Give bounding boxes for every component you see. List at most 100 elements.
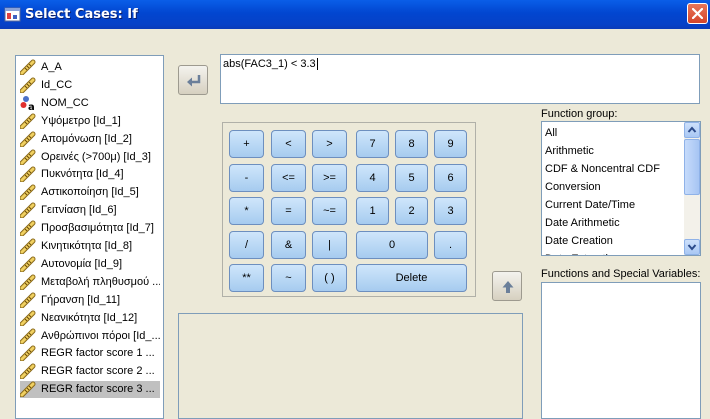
variable-list-item[interactable]: Απομόνωση [Id_2] — [20, 131, 160, 148]
ruler-icon — [20, 184, 36, 201]
key-delete[interactable]: Delete — [356, 264, 467, 292]
ruler-icon — [20, 149, 36, 165]
variable-list-item[interactable]: a NOM_CC — [20, 95, 160, 112]
key-decimal[interactable]: . — [434, 231, 467, 259]
variable-label: Γειτνίαση [Id_6] — [41, 204, 117, 217]
function-group-item[interactable]: Arithmetic — [545, 145, 594, 157]
key-and[interactable]: & — [271, 231, 306, 259]
enter-arrow-icon — [187, 75, 201, 87]
function-group-item[interactable]: Date Extraction — [545, 253, 620, 255]
variable-label: Προσβασιμότητα [Id_7] — [41, 222, 154, 235]
variable-label: Id_CC — [41, 78, 73, 91]
key-2[interactable]: 2 — [395, 197, 428, 225]
variable-list-item[interactable]: Προσβασιμότητα [Id_7] — [20, 220, 160, 237]
function-group-item[interactable]: Date Arithmetic — [545, 217, 620, 229]
function-group-list[interactable]: Date Extraction Date Creation Date Arithme… — [541, 121, 701, 256]
variable-list-item[interactable]: Ανθρώπινοι πόροι [Id_... — [20, 328, 160, 345]
key-5[interactable]: 5 — [395, 164, 428, 192]
variable-list-item[interactable]: A_A — [20, 59, 160, 76]
key-less-equal[interactable]: <= — [271, 164, 306, 192]
variable-list-item[interactable]: Γειτνίαση [Id_6] — [20, 202, 160, 219]
function-group-item[interactable]: CDF & Noncentral CDF — [545, 163, 660, 175]
ruler-icon — [20, 131, 36, 148]
ruler-icon — [20, 345, 36, 362]
ruler-icon — [20, 220, 36, 237]
functions-special-list[interactable] — [541, 282, 701, 419]
ruler-icon — [20, 381, 36, 398]
key-multiply[interactable]: * — [229, 197, 264, 225]
chevron-down-icon — [687, 244, 697, 251]
nominal-string-icon: a — [20, 95, 36, 112]
function-group-item[interactable]: Current Date/Time — [545, 199, 635, 211]
variable-list-item[interactable]: Αστικοποίηση [Id_5] — [20, 184, 160, 201]
variable-list-item[interactable]: REGR factor score 3 ... — [20, 381, 160, 399]
expression-input[interactable]: abs(FAC3_1) < 3.3 — [220, 54, 700, 104]
key-not-equal[interactable]: ~= — [312, 197, 347, 225]
key-minus[interactable]: - — [229, 164, 264, 192]
variable-label: Υψόμετρο [Id_1] — [41, 114, 121, 127]
variable-label: A_A — [41, 61, 62, 73]
variable-list-item[interactable]: Id_CC — [20, 77, 160, 94]
key-or[interactable]: | — [312, 231, 347, 259]
variable-list-item[interactable]: Νεανικότητα [Id_12] — [20, 310, 160, 327]
key-power[interactable]: ** — [229, 264, 264, 292]
variable-list-item[interactable]: REGR factor score 1 ... — [20, 345, 160, 362]
key-equals[interactable]: = — [271, 197, 306, 225]
ruler-icon — [20, 238, 36, 255]
key-plus[interactable]: + — [229, 130, 264, 158]
variable-label: Νεανικότητα [Id_12] — [41, 311, 138, 324]
key-greater-than[interactable]: > — [312, 130, 347, 158]
variable-label: REGR factor score 1 ... — [41, 347, 155, 360]
key-divide[interactable]: / — [229, 231, 264, 259]
variable-label: NOM_CC — [41, 96, 89, 109]
variable-list[interactable]: A_A Id_CCa NOM_CC Υψόμετρο [Id_1] Απομόνωση … — [15, 55, 164, 419]
key-7[interactable]: 7 — [356, 130, 389, 158]
scroll-down-button[interactable] — [684, 239, 700, 255]
key-8[interactable]: 8 — [395, 130, 428, 158]
ruler-icon — [20, 256, 36, 273]
variable-list-item[interactable]: REGR factor score 2 ... — [20, 363, 160, 380]
function-group-item[interactable]: Date Creation — [545, 235, 613, 247]
variable-list-item[interactable]: Πυκνότητα [Id_4] — [20, 166, 160, 183]
variable-list-item[interactable]: Υψόμετρο [Id_1] — [20, 113, 160, 130]
variable-list-item[interactable]: Αυτονομία [Id_9] — [20, 256, 160, 273]
function-group-item[interactable]: Conversion — [545, 181, 601, 193]
scroll-up-button[interactable] — [684, 122, 700, 138]
variable-label: Απομόνωση [Id_2] — [41, 132, 132, 145]
key-6[interactable]: 6 — [434, 164, 467, 192]
close-icon — [692, 8, 703, 19]
variable-list-item[interactable]: Γήρανση [Id_11] — [20, 292, 160, 309]
function-group-label: Function group: — [541, 108, 618, 120]
variable-label: REGR factor score 3 ... — [41, 383, 155, 396]
variable-label: Αυτονομία [Id_9] — [41, 257, 122, 270]
move-variable-button[interactable] — [178, 65, 208, 95]
key-4[interactable]: 4 — [356, 164, 389, 192]
function-group-scrollbar[interactable] — [684, 122, 700, 255]
variable-list-item[interactable]: Ορεινές (>700μ) [Id_3] — [20, 149, 160, 166]
spss-app-icon — [4, 7, 21, 22]
key-9[interactable]: 9 — [434, 130, 467, 158]
key-greater-equal[interactable]: >= — [312, 164, 347, 192]
key-3[interactable]: 3 — [434, 197, 467, 225]
key-1[interactable]: 1 — [356, 197, 389, 225]
variable-label: Μεταβολή πληθυσμού ... — [41, 275, 160, 288]
insert-function-button[interactable] — [492, 271, 522, 301]
variable-list-item[interactable]: Κινητικότητα [Id_8] — [20, 238, 160, 255]
close-button[interactable] — [687, 3, 708, 24]
ruler-icon — [20, 59, 36, 76]
key-less-than[interactable]: < — [271, 130, 306, 158]
ruler-icon — [20, 292, 36, 309]
chevron-up-icon — [687, 126, 697, 133]
key-parentheses[interactable]: ( ) — [312, 264, 347, 292]
calculator-keypad: + < > 7 8 9 - <= >= 4 5 6 * = ~= 1 2 3 /… — [222, 122, 476, 297]
key-0[interactable]: 0 — [356, 231, 428, 259]
variable-label: Ορεινές (>700μ) [Id_3] — [41, 150, 151, 163]
up-arrow-icon — [502, 281, 514, 293]
function-group-item[interactable]: All — [545, 127, 557, 139]
variable-label: Αστικοποίηση [Id_5] — [41, 186, 139, 199]
ruler-icon — [20, 166, 36, 183]
variable-label: Γήρανση [Id_11] — [41, 293, 121, 306]
variable-list-item[interactable]: Μεταβολή πληθυσμού ... — [20, 274, 160, 291]
key-not[interactable]: ~ — [271, 264, 306, 292]
scrollbar-thumb[interactable] — [684, 139, 700, 195]
